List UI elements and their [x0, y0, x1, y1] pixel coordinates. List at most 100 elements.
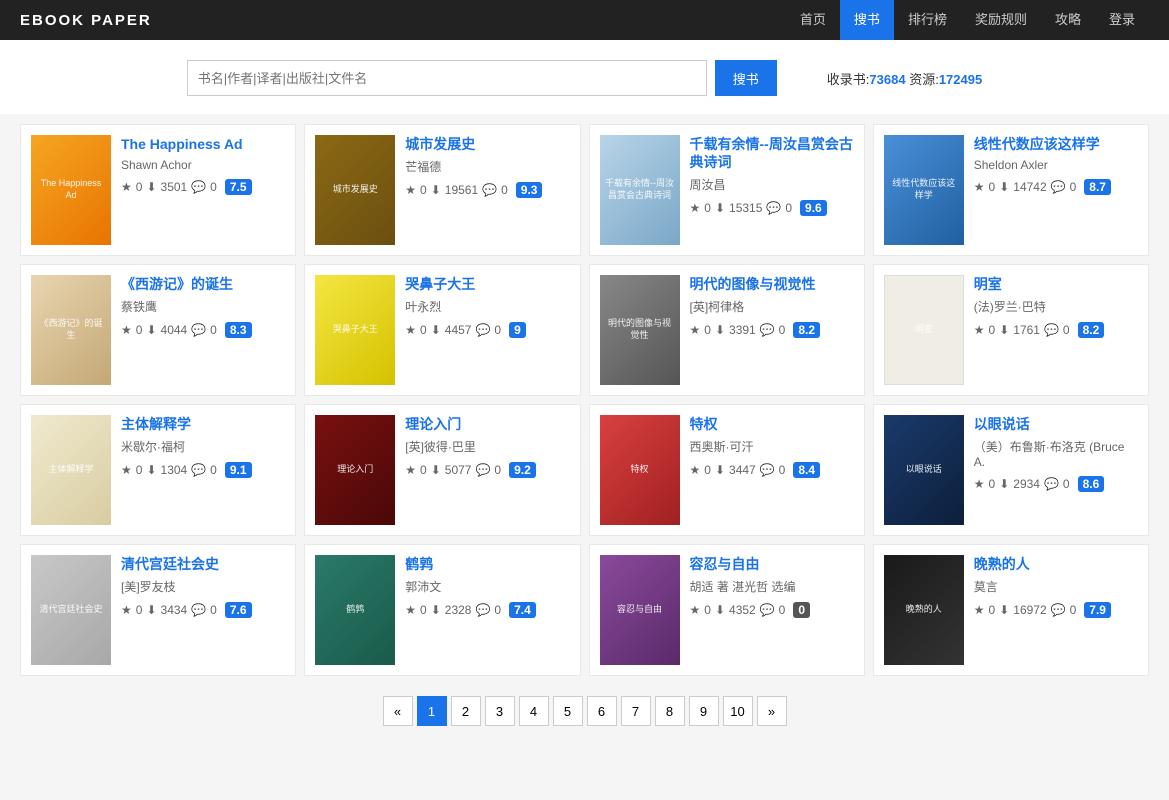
- book-author: （美）布鲁斯·布洛克 (Bruce A.: [974, 438, 1138, 469]
- book-cover: 哭鼻子大王: [315, 275, 395, 385]
- nav-item-奖励规则[interactable]: 奖励规则: [961, 0, 1041, 40]
- star-count: 0: [136, 323, 143, 337]
- book-author: Sheldon Axler: [974, 158, 1138, 172]
- download-icon: ⬇: [431, 323, 441, 337]
- comment-icon: 💬: [191, 180, 206, 194]
- book-title[interactable]: The Happiness Ad: [121, 135, 285, 153]
- cover-text: 《西游记》的诞生: [31, 275, 111, 385]
- book-info: 以眼说话 （美）布鲁斯·布洛克 (Bruce A. ★0 ⬇2934 💬0 8.…: [974, 415, 1138, 525]
- pagination-prev[interactable]: «: [383, 696, 413, 726]
- book-card-13: 鹤鹑 鹤鹑 郭沛文 ★0 ⬇2328 💬0 7.4: [304, 544, 580, 676]
- cover-text: 主体解释学: [31, 415, 111, 525]
- star-icon: ★: [690, 323, 701, 337]
- book-inner: The Happiness Ad The Happiness Ad Shawn …: [31, 135, 285, 245]
- book-card-8: 主体解释学 主体解释学 米歇尔·福柯 ★0 ⬇1304 💬0 9.1: [20, 404, 296, 536]
- book-title[interactable]: 容忍与自由: [690, 555, 854, 573]
- comment-count: 0: [1063, 323, 1070, 337]
- download-count: 2328: [445, 603, 472, 617]
- comment-icon: 💬: [1051, 603, 1066, 617]
- page-5[interactable]: 5: [553, 696, 583, 726]
- book-card-5: 哭鼻子大王 哭鼻子大王 叶永烈 ★0 ⬇4457 💬0 9: [304, 264, 580, 396]
- book-title[interactable]: 特权: [690, 415, 854, 433]
- book-inner: 哭鼻子大王 哭鼻子大王 叶永烈 ★0 ⬇4457 💬0 9: [315, 275, 569, 385]
- book-author: [英]彼得·巴里: [405, 438, 569, 455]
- book-cover: 以眼说话: [884, 415, 964, 525]
- page-6[interactable]: 6: [587, 696, 617, 726]
- pagination-next[interactable]: »: [757, 696, 787, 726]
- book-card-10: 特权 特权 西奥斯·可汗 ★0 ⬇3447 💬0 8.4: [589, 404, 865, 536]
- book-title[interactable]: 理论入门: [405, 415, 569, 433]
- page-9[interactable]: 9: [689, 696, 719, 726]
- page-1[interactable]: 1: [417, 696, 447, 726]
- page-8[interactable]: 8: [655, 696, 685, 726]
- book-title[interactable]: 鹤鹑: [405, 555, 569, 573]
- comment-count: 0: [1070, 603, 1077, 617]
- page-7[interactable]: 7: [621, 696, 651, 726]
- book-title[interactable]: 明代的图像与视觉性: [690, 275, 854, 293]
- book-title[interactable]: 哭鼻子大王: [405, 275, 569, 293]
- nav-item-首页[interactable]: 首页: [786, 0, 840, 40]
- search-button[interactable]: 搜书: [715, 60, 777, 96]
- search-input[interactable]: [187, 60, 707, 96]
- star-icon: ★: [405, 183, 416, 197]
- resources-count: 172495: [939, 72, 982, 87]
- book-info: The Happiness Ad Shawn Achor ★0 ⬇3501 💬0…: [121, 135, 285, 245]
- book-title[interactable]: 晚熟的人: [974, 555, 1138, 573]
- book-author: 郭沛文: [405, 578, 569, 595]
- cover-text: 清代宫廷社会史: [31, 555, 111, 665]
- book-meta: ★0 ⬇4044 💬0 8.3: [121, 322, 285, 338]
- star-count: 0: [989, 323, 996, 337]
- book-meta: ★0 ⬇5077 💬0 9.2: [405, 462, 569, 478]
- book-meta: ★0 ⬇3501 💬0 7.5: [121, 179, 285, 195]
- score-badge: 7.6: [225, 602, 252, 618]
- page-10[interactable]: 10: [723, 696, 753, 726]
- nav-item-搜书[interactable]: 搜书: [840, 0, 894, 40]
- comment-count: 0: [779, 323, 786, 337]
- score-badge: 8.3: [225, 322, 252, 338]
- book-title[interactable]: 清代宫廷社会史: [121, 555, 285, 573]
- download-count: 14742: [1013, 180, 1046, 194]
- comment-icon: 💬: [1051, 180, 1066, 194]
- download-icon: ⬇: [146, 463, 156, 477]
- page-3[interactable]: 3: [485, 696, 515, 726]
- pagination: «12345678910»: [20, 676, 1149, 746]
- book-title[interactable]: 千载有余情--周汝昌赏会古典诗词: [690, 135, 854, 171]
- book-title[interactable]: 城市发展史: [405, 135, 569, 153]
- book-title[interactable]: 线性代数应该这样学: [974, 135, 1138, 153]
- book-inner: 清代宫廷社会史 清代宫廷社会史 [美]罗友枝 ★0 ⬇3434 💬0 7.6: [31, 555, 285, 665]
- book-cover: 鹤鹑: [315, 555, 395, 665]
- nav-item-攻略[interactable]: 攻略: [1041, 0, 1095, 40]
- page-4[interactable]: 4: [519, 696, 549, 726]
- book-grid: The Happiness Ad The Happiness Ad Shawn …: [20, 124, 1149, 676]
- book-title[interactable]: 主体解释学: [121, 415, 285, 433]
- book-title[interactable]: 以眼说话: [974, 415, 1138, 433]
- nav-item-排行榜[interactable]: 排行榜: [894, 0, 961, 40]
- book-info: 主体解释学 米歇尔·福柯 ★0 ⬇1304 💬0 9.1: [121, 415, 285, 525]
- comment-icon: 💬: [191, 463, 206, 477]
- book-author: (法)罗兰·巴特: [974, 298, 1138, 315]
- book-inner: 特权 特权 西奥斯·可汗 ★0 ⬇3447 💬0 8.4: [600, 415, 854, 525]
- book-author: 周汝昌: [690, 176, 854, 193]
- page-2[interactable]: 2: [451, 696, 481, 726]
- book-info: 明代的图像与视觉性 [英]柯律格 ★0 ⬇3391 💬0 8.2: [690, 275, 854, 385]
- book-author: [英]柯律格: [690, 298, 854, 315]
- book-title[interactable]: 《西游记》的诞生: [121, 275, 285, 293]
- book-meta: ★0 ⬇14742 💬0 8.7: [974, 179, 1138, 195]
- star-count: 0: [420, 183, 427, 197]
- download-icon: ⬇: [146, 180, 156, 194]
- comment-count: 0: [785, 201, 792, 215]
- star-count: 0: [989, 603, 996, 617]
- star-icon: ★: [121, 180, 132, 194]
- book-author: 米歇尔·福柯: [121, 438, 285, 455]
- book-info: 理论入门 [英]彼得·巴里 ★0 ⬇5077 💬0 9.2: [405, 415, 569, 525]
- cover-text: 哭鼻子大王: [315, 275, 395, 385]
- score-badge: 9.2: [509, 462, 536, 478]
- book-meta: ★0 ⬇1761 💬0 8.2: [974, 322, 1138, 338]
- book-cover: 容忍与自由: [600, 555, 680, 665]
- book-title[interactable]: 明室: [974, 275, 1138, 293]
- book-author: Shawn Achor: [121, 158, 285, 172]
- nav-item-登录[interactable]: 登录: [1095, 0, 1149, 40]
- comment-count: 0: [1070, 180, 1077, 194]
- book-cover: 线性代数应该这样学: [884, 135, 964, 245]
- book-cover: The Happiness Ad: [31, 135, 111, 245]
